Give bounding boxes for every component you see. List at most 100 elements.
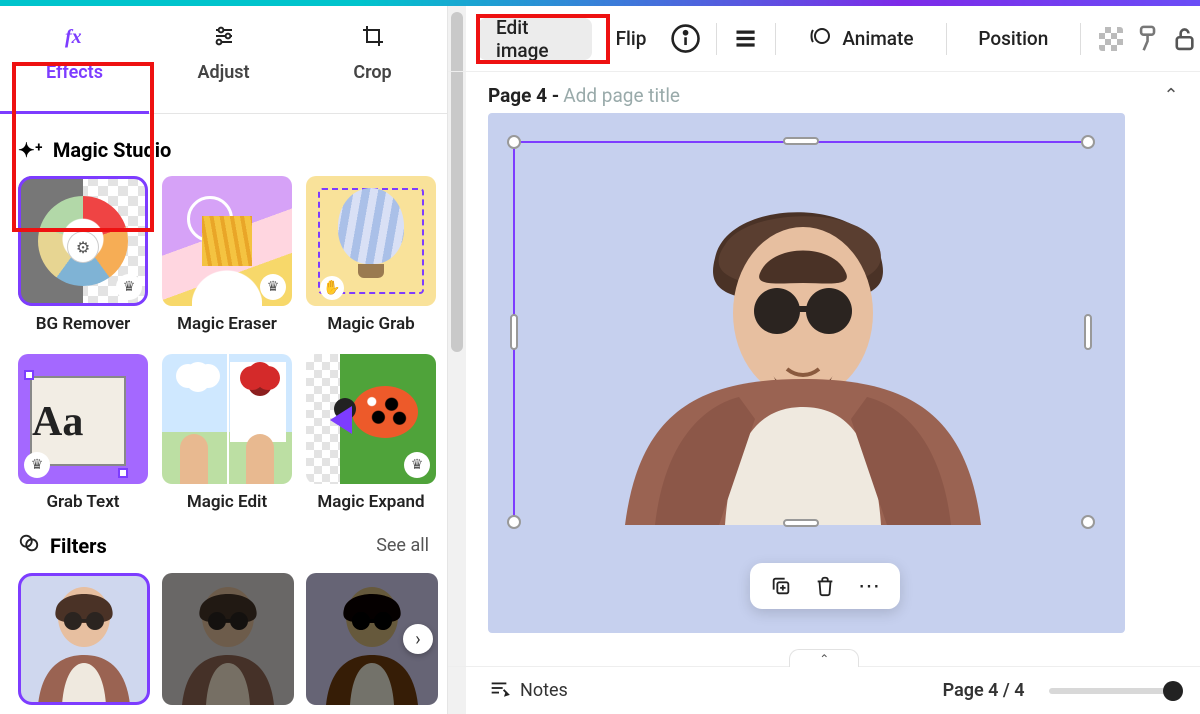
resize-handle-tl[interactable] [507, 135, 521, 149]
bg-remover-knob-icon: ⚙ [68, 232, 98, 262]
crown-icon: ♛ [404, 452, 430, 478]
info-icon[interactable] [670, 21, 701, 57]
filters-icon [18, 532, 40, 559]
card-magic-edit-label: Magic Edit [162, 492, 292, 512]
rose-art [230, 362, 286, 442]
canvas-viewport[interactable]: ⋯ [448, 113, 1200, 666]
crown-icon: ♛ [24, 452, 50, 478]
image-selection-box[interactable] [513, 141, 1089, 523]
card-magic-expand-label: Magic Expand [306, 492, 436, 512]
zoom-knob[interactable] [1163, 681, 1183, 701]
eraser-art [192, 236, 262, 306]
resize-handle-br[interactable] [1081, 515, 1095, 529]
card-magic-expand[interactable]: ♛ Magic Expand [306, 354, 436, 512]
card-magic-edit[interactable]: Magic Edit [162, 354, 292, 512]
thumb-magic-grab: ✋ [306, 176, 436, 306]
card-grab-text[interactable]: Aa ♛ Grab Text [18, 354, 148, 512]
toolbar-separator [716, 23, 717, 55]
filters-strip: › [18, 573, 429, 705]
card-bg-remover[interactable]: ⚙ ♛ BG Remover [18, 176, 148, 334]
edit-image-label: Edit image [496, 16, 574, 62]
effects-panel-body: ✦⁺ Magic Studio ⚙ ♛ BG Remover ♛ [0, 114, 447, 714]
grab-hand-icon: ✋ [320, 276, 344, 300]
magic-row-2: Aa ♛ Grab Text Magic Edit [18, 354, 429, 512]
tab-crop-label: Crop [353, 62, 391, 83]
animate-label: Animate [842, 27, 913, 50]
toolbar-separator [775, 23, 776, 55]
design-page[interactable]: ⋯ [488, 113, 1125, 633]
section-filters-label: Filters [50, 534, 107, 558]
style-copy-icon[interactable] [1132, 21, 1163, 57]
animate-icon [808, 24, 832, 53]
page-indicator: Page 4 / 4 [943, 680, 1025, 701]
card-magic-eraser[interactable]: ♛ Magic Eraser [162, 176, 292, 334]
toolbar-separator [946, 23, 947, 55]
basket-art [358, 264, 384, 278]
position-button[interactable]: Position [960, 18, 1066, 60]
person-thumbnail [18, 573, 150, 705]
effects-tab-bar: fx Effects Adjust Crop [0, 6, 447, 114]
selected-image[interactable] [515, 143, 1091, 525]
section-magic-studio: ✦⁺ Magic Studio [18, 138, 429, 162]
resize-edge-left[interactable] [510, 314, 518, 350]
filter-thumb-original[interactable] [18, 573, 150, 705]
resize-handle-bl[interactable] [507, 515, 521, 529]
ladybug-art [352, 386, 418, 438]
selection-floating-toolbar: ⋯ [750, 563, 900, 609]
flower-art [168, 362, 224, 442]
filters-see-all[interactable]: See all [376, 535, 429, 556]
balloon-art [338, 188, 404, 264]
tab-effects-label: Effects [46, 62, 103, 83]
notes-label: Notes [520, 680, 568, 701]
page-title-placeholder[interactable]: Add page title [563, 84, 680, 107]
filters-next-button[interactable]: › [403, 624, 433, 654]
page-number-label: Page 4 - [488, 84, 559, 107]
svg-text:fx: fx [65, 26, 82, 48]
sel-corner-icon [24, 370, 34, 380]
delete-button[interactable] [812, 573, 838, 599]
expand-arrow-icon [316, 406, 352, 434]
card-magic-eraser-label: Magic Eraser [162, 314, 292, 334]
hand-art [246, 434, 274, 484]
duplicate-button[interactable] [768, 573, 794, 599]
card-magic-grab-label: Magic Grab [306, 314, 436, 334]
tab-adjust[interactable]: Adjust [149, 6, 298, 113]
magic-row-1: ⚙ ♛ BG Remover ♛ Magic Eraser [18, 176, 429, 334]
tab-adjust-label: Adjust [197, 62, 249, 83]
resize-handle-tr[interactable] [1081, 135, 1095, 149]
thumb-magic-expand: ♛ [306, 354, 436, 484]
image-context-toolbar: Edit image Flip Animate Position [448, 6, 1200, 72]
thumb-magic-eraser: ♛ [162, 176, 292, 306]
tab-effects[interactable]: fx Effects [0, 6, 149, 113]
crown-icon: ♛ [260, 274, 286, 300]
hand-art [180, 434, 208, 484]
app-root: fx Effects Adjust Crop ✦⁺ Magic Studio [0, 6, 1200, 714]
zoom-slider[interactable] [1049, 688, 1179, 694]
page-header: Page 4 - Add page title ⌃ [448, 72, 1200, 113]
resize-edge-top[interactable] [783, 137, 819, 145]
transparency-icon[interactable] [1095, 21, 1126, 57]
edit-image-button[interactable]: Edit image [478, 18, 592, 60]
resize-edge-bottom[interactable] [783, 519, 819, 527]
fx-icon: fx [0, 24, 149, 54]
animate-button[interactable]: Animate [790, 18, 931, 60]
filter-thumb-variant-1[interactable] [162, 573, 294, 705]
thumb-grab-text: Aa ♛ [18, 354, 148, 484]
toolbar-separator [1080, 23, 1081, 55]
thumb-bg-remover: ⚙ ♛ [18, 176, 148, 306]
footer-collapse-button[interactable]: ⌃ [789, 649, 859, 667]
lock-icon[interactable] [1169, 21, 1200, 57]
card-magic-grab[interactable]: ✋ Magic Grab [306, 176, 436, 334]
list-spacing-icon[interactable] [730, 21, 761, 57]
card-grab-text-label: Grab Text [18, 492, 148, 512]
flip-button[interactable]: Flip [598, 18, 665, 60]
crop-icon [298, 24, 447, 54]
resize-edge-right[interactable] [1084, 314, 1092, 350]
position-label: Position [978, 27, 1048, 50]
page-collapse-button[interactable]: ⌃ [1163, 85, 1178, 106]
notes-button[interactable]: Notes [488, 677, 568, 704]
sliders-icon [149, 24, 298, 54]
tab-crop[interactable]: Crop [298, 6, 447, 113]
more-options-button[interactable]: ⋯ [856, 573, 882, 599]
flip-label: Flip [616, 27, 647, 50]
